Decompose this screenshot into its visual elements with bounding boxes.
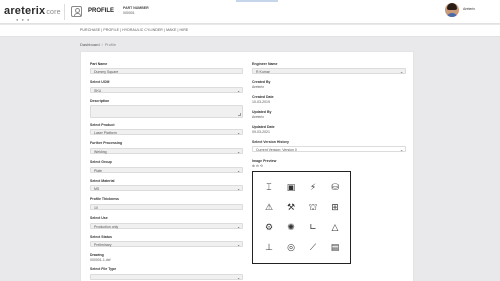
updated-date-label: Updated Date (252, 125, 275, 129)
preview-toolbar: ⊕⊖⟲ (252, 164, 264, 168)
breadcrumb-current: Profile (104, 42, 117, 47)
version-history-select[interactable]: Current Version: Version 0 ⌄ (252, 146, 406, 152)
machine-bed-icon: ▤ (330, 242, 340, 253)
version-history-label: Select Version History (252, 140, 289, 144)
chevron-down-icon: ⌄ (237, 168, 240, 173)
engineer-name-label: Engineer Name (252, 62, 278, 66)
brand-logo[interactable]: areterixcore (4, 5, 61, 17)
updated-date-value: 09-03-2021 (252, 130, 270, 134)
breadcrumb: Dashboard / Profile (80, 42, 117, 47)
user-avatar[interactable] (445, 3, 459, 17)
chevron-down-icon: ⌄ (400, 147, 403, 152)
module-nav: PURCHASE | PROFILE | HYDRAULIC CYLINDER … (0, 25, 500, 37)
gear-box-icon: ⊞ (331, 202, 339, 213)
press-machine-icon: ⛫ (308, 202, 318, 213)
loading-bar (236, 0, 278, 2)
preview-icon-grid: ⌶ ▣ ⚡ ⛁ ⚠ ⚒ ⛫ ⊞ ⚙ ✺ ∟ △ ⊥ ◎ ⟋ ▤ (258, 178, 346, 258)
rail-icon: ⊥ (265, 242, 273, 253)
uom-label: Select UOM (90, 80, 110, 84)
part-number-value: 000001 (123, 11, 135, 15)
further-processing-label: Further Processing (90, 141, 123, 145)
reset-icon[interactable]: ⟲ (260, 164, 264, 168)
laser-cut-icon: ⚡ (309, 182, 317, 193)
created-by-value: Areterix (252, 85, 265, 89)
mountain-icon: △ (331, 222, 339, 233)
part-name-label: Part Name (90, 62, 108, 66)
chevron-down-icon: ⌄ (237, 186, 240, 191)
use-label: Select Use (90, 216, 108, 220)
user-name[interactable]: Areterix (463, 7, 475, 11)
logo-dots: ● ● ● (16, 17, 31, 22)
description-textarea[interactable] (90, 105, 243, 118)
profile-icon (71, 6, 82, 17)
chevron-down-icon: ⌄ (237, 149, 240, 154)
frame-icon: ▣ (286, 182, 296, 193)
page-title: PROFILE (88, 8, 115, 14)
updated-by-value: Areterix (252, 115, 265, 119)
axis-icon: ∟ (309, 222, 317, 233)
status-label: Select Status (90, 235, 112, 239)
chevron-down-icon: ⌄ (237, 88, 240, 93)
part-name-input[interactable]: Dummy Square (90, 68, 243, 74)
breadcrumb-dashboard[interactable]: Dashboard (80, 42, 100, 47)
engineer-name-select[interactable]: R Kumar ⌄ (252, 68, 406, 74)
created-by-label: Created By (252, 80, 271, 84)
file-type-label: Select File Type (90, 267, 117, 271)
assembly-icon: ⚙ (264, 222, 274, 233)
uom-select[interactable]: SKU ⌄ (90, 87, 243, 93)
created-date-value: 10-03-2019 (252, 100, 270, 104)
disc-icon: ◎ (287, 242, 295, 253)
product-label: Select Product (90, 123, 115, 127)
chevron-down-icon: ⌄ (237, 242, 240, 247)
gear-icon: ✺ (287, 222, 295, 233)
chevron-down-icon: ⌄ (237, 275, 240, 280)
chevron-down-icon: ⌄ (237, 224, 240, 229)
profile-thickness-label: Profile Thickness (90, 197, 119, 201)
product-select[interactable]: Laser Platform ⌄ (90, 129, 243, 135)
robot-arm-icon: ⚒ (286, 202, 296, 213)
drawing-file-link[interactable]: 000001-1.dxf (90, 258, 110, 262)
top-bar: areterixcore ● ● ● PROFILE PART NUMBER 0… (0, 0, 500, 24)
group-select[interactable]: Plate ⌄ (90, 167, 243, 173)
further-processing-select[interactable]: Welding ⌄ (90, 148, 243, 154)
material-label: Select Material (90, 179, 115, 183)
group-label: Select Group (90, 160, 112, 164)
drawing-label: Drawing (90, 253, 104, 257)
chevron-down-icon: ⌄ (237, 130, 240, 135)
warning-icon: ⚠ (264, 202, 274, 213)
divider (64, 4, 65, 20)
chevron-down-icon: ⌄ (400, 69, 403, 74)
profile-form-card: Part Name Dummy Square Select UOM SKU ⌄ D… (80, 51, 414, 281)
image-preview-label: Image Preview (252, 159, 277, 163)
updated-by-label: Updated By (252, 110, 272, 114)
part-number-label: PART NUMBER (123, 6, 149, 10)
image-preview[interactable]: ⌶ ▣ ⚡ ⛁ ⚠ ⚒ ⛫ ⊞ ⚙ ✺ ∟ △ ⊥ ◎ ⟋ ▤ (252, 171, 351, 264)
module-nav-links[interactable]: PURCHASE | PROFILE | HYDRAULIC CYLINDER … (80, 28, 188, 32)
use-select[interactable]: Production only ⌄ (90, 223, 243, 229)
status-select[interactable]: Preliminary ⌄ (90, 241, 243, 247)
created-date-label: Created Date (252, 95, 274, 99)
tank-icon: ⛁ (331, 182, 339, 193)
profile-thickness-input[interactable]: 10 (90, 204, 243, 210)
material-select[interactable]: MS ⌄ (90, 185, 243, 191)
description-label: Description (90, 99, 110, 103)
welding-torch-icon: ⟋ (309, 242, 317, 253)
steel-beam-icon: ⌶ (266, 182, 272, 193)
file-type-select[interactable]: ⌄ (90, 274, 243, 280)
